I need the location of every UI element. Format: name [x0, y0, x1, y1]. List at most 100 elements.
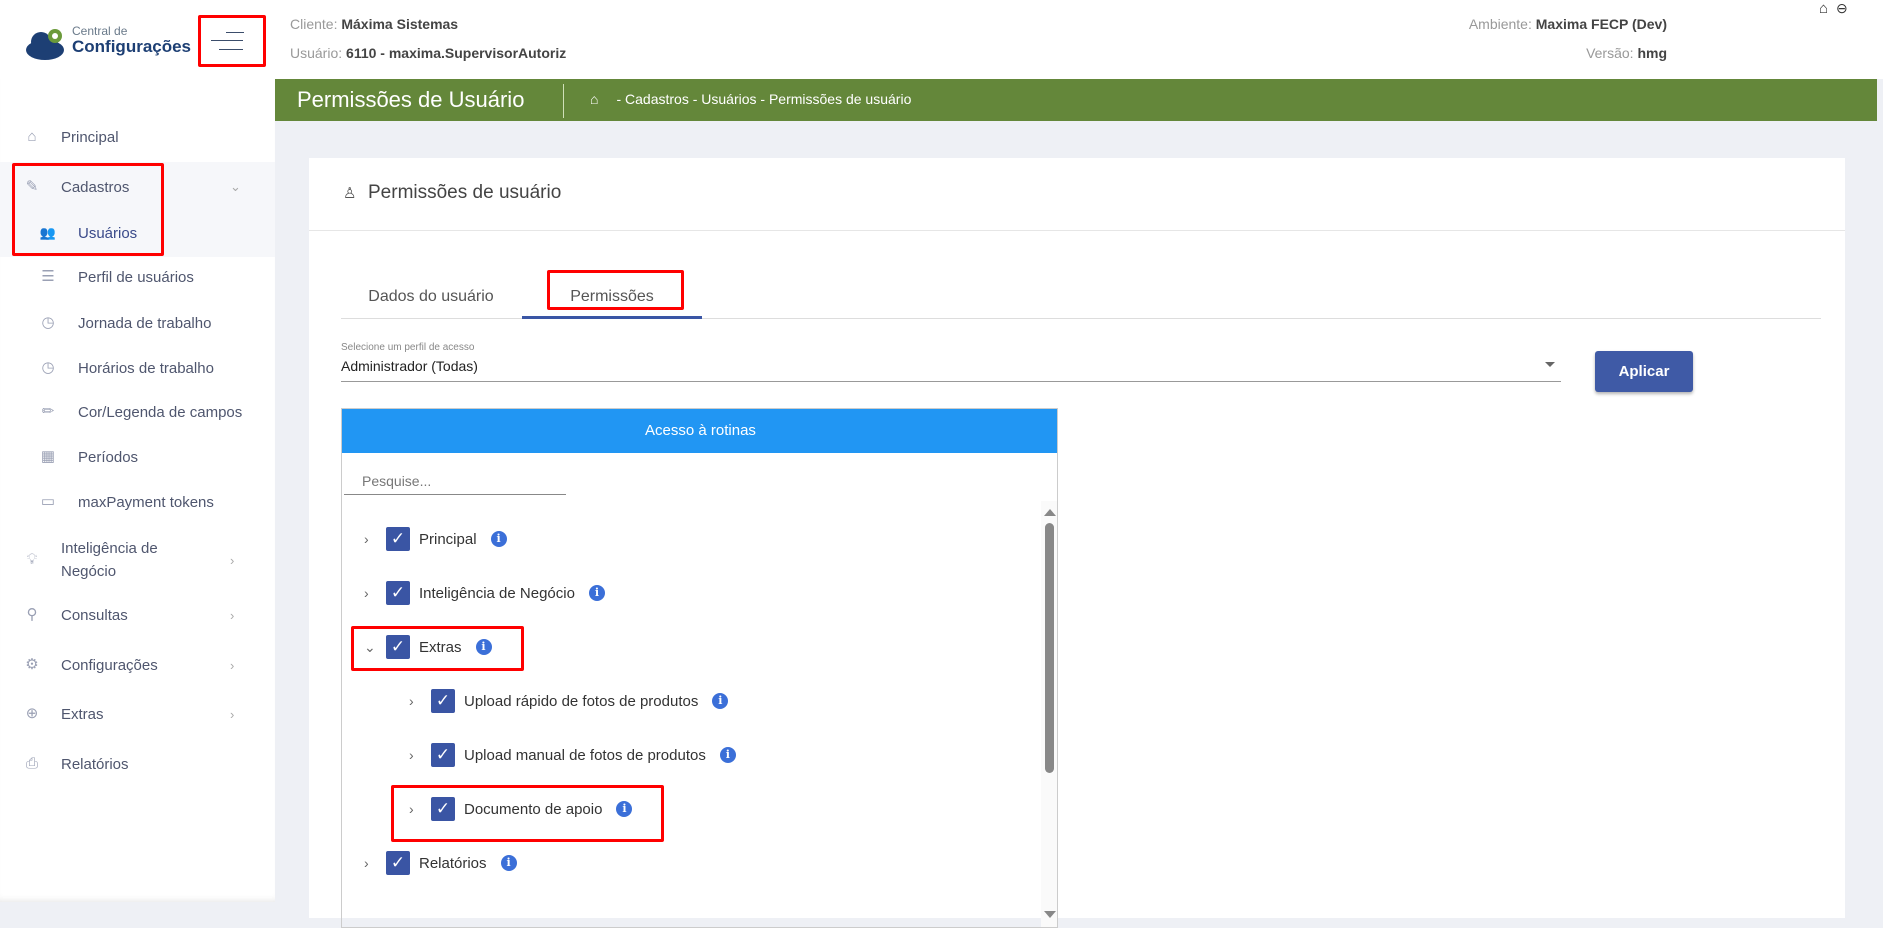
- hamburger-icon-line: [219, 49, 243, 50]
- tree-item[interactable]: › ✓ Upload rápido de fotos de produtos i: [409, 686, 729, 716]
- sidebar-item-usuarios[interactable]: 👥 Usuários: [0, 213, 275, 253]
- sidebar-item-relatorios[interactable]: ⎙ Relatórios: [0, 744, 275, 784]
- permissions-card: ♙ Permissões de usuário Dados do usuário…: [309, 158, 1845, 928]
- tab-dados-usuario[interactable]: Dados do usuário: [341, 276, 521, 318]
- sidebar-item-extras[interactable]: ⊕ Extras ›: [0, 694, 275, 734]
- sidebar-item-periodos[interactable]: ▦ Períodos: [0, 437, 275, 477]
- menu-toggle-button[interactable]: [198, 15, 266, 67]
- scroll-up-arrow-icon[interactable]: [1044, 509, 1056, 516]
- chevron-right-icon[interactable]: ›: [409, 747, 431, 763]
- chevron-right-icon: ›: [230, 552, 235, 568]
- chevron-right-icon[interactable]: ›: [364, 855, 386, 871]
- checkbox-checked[interactable]: ✓: [386, 851, 410, 875]
- routine-search-input[interactable]: [344, 467, 566, 495]
- checkbox-checked[interactable]: ✓: [386, 527, 410, 551]
- edit-icon: ✎: [25, 178, 39, 195]
- client-label: Cliente:: [290, 16, 338, 32]
- app-logo[interactable]: Central de Configurações: [25, 24, 191, 64]
- user-label: Usuário:: [290, 45, 343, 61]
- info-icon[interactable]: i: [490, 531, 507, 547]
- sidebar-item-inteligencia[interactable]: 💡︎ Inteligência de Negócio ›: [0, 538, 275, 582]
- tree-item-label: Principal: [419, 530, 477, 548]
- tree-item-label: Upload manual de fotos de produtos: [464, 746, 706, 764]
- tree-item[interactable]: › ✓ Relatórios i: [364, 848, 517, 878]
- chevron-down-icon[interactable]: ⌄: [364, 639, 386, 656]
- home-icon[interactable]: ⌂: [1819, 0, 1828, 17]
- calendar-icon: ▦: [40, 448, 56, 465]
- checkbox-checked[interactable]: ✓: [386, 635, 410, 659]
- chevron-right-icon[interactable]: ›: [409, 801, 431, 817]
- profile-select[interactable]: Administrador (Todas): [341, 358, 1561, 382]
- chevron-right-icon: ›: [230, 706, 235, 722]
- sidebar-item-maxpayment[interactable]: ▭ maxPayment tokens: [0, 482, 275, 522]
- sidebar-item-cadastros[interactable]: ✎ Cadastros ⌄: [0, 167, 275, 207]
- sidebar-item-label: Horários de trabalho: [78, 359, 214, 377]
- info-icon[interactable]: i: [616, 801, 633, 817]
- info-icon[interactable]: i: [712, 693, 729, 709]
- checkbox-checked[interactable]: ✓: [431, 797, 455, 821]
- sidebar-item-jornada[interactable]: ◷ Jornada de trabalho: [0, 303, 275, 343]
- apply-button[interactable]: Aplicar: [1595, 351, 1693, 392]
- routines-access-panel: Acesso à rotinas ›✓Principali›✓Inteligên…: [341, 408, 1058, 928]
- tree-item[interactable]: › ✓ Upload manual de fotos de produtos i: [409, 740, 736, 770]
- version-value: hmg: [1637, 45, 1667, 61]
- chevron-right-icon[interactable]: ›: [364, 585, 386, 601]
- logout-icon[interactable]: ⊖: [1836, 0, 1848, 17]
- sidebar-item-label: maxPayment tokens: [78, 493, 214, 511]
- tree-item[interactable]: › ✓ Documento de apoio i: [409, 794, 633, 824]
- version-info: Versão: hmg: [1267, 45, 1667, 61]
- panel-header: Acesso à rotinas: [342, 409, 1057, 453]
- tree-item[interactable]: ⌄ ✓ Extras i: [364, 632, 492, 662]
- checkbox-checked[interactable]: ✓: [431, 689, 455, 713]
- sidebar-item-label: Jornada de trabalho: [78, 314, 212, 332]
- checklist-icon: ☰: [41, 268, 55, 285]
- environment-value: Maxima FECP (Dev): [1535, 16, 1667, 32]
- sidebar-item-label: Consultas: [61, 606, 128, 624]
- user-value: 6110 - maxima.SupervisorAutoriz: [346, 45, 567, 61]
- sidebar-item-label: Relatórios: [61, 755, 129, 773]
- environment-info: Ambiente: Maxima FECP (Dev): [1267, 16, 1667, 32]
- sidebar-item-perfil-usuarios[interactable]: ☰ Perfil de usuários: [0, 257, 275, 297]
- user-info: Usuário: 6110 - maxima.SupervisorAutoriz: [290, 45, 566, 61]
- tree-item-label: Documento de apoio: [464, 800, 603, 818]
- page-title: Permissões de Usuário: [297, 87, 525, 112]
- client-info: Cliente: Máxima Sistemas: [290, 16, 458, 32]
- profile-select-label: Selecione um perfil de acesso: [341, 342, 475, 353]
- client-value: Máxima Sistemas: [341, 16, 459, 32]
- sidebar-item-label: Perfil de usuários: [78, 268, 194, 286]
- logo-text-top: Central de: [72, 24, 128, 38]
- sidebar-item-consultas[interactable]: ⚲ Consultas ›: [0, 595, 275, 635]
- checkbox-checked[interactable]: ✓: [386, 581, 410, 605]
- printer-icon: ⎙: [25, 755, 38, 772]
- sidebar-item-configuracoes[interactable]: ⚙ Configurações ›: [0, 645, 275, 685]
- tree-item[interactable]: › ✓ Principal i: [364, 524, 507, 554]
- sidebar-item-cor-legenda[interactable]: ✏ Cor/Legenda de campos: [0, 392, 275, 432]
- pencil-icon: ✏: [41, 403, 55, 420]
- tree-item[interactable]: › ✓ Inteligência de Negócio i: [364, 578, 605, 608]
- breadcrumb-home-icon[interactable]: ⌂: [590, 91, 598, 107]
- version-label: Versão:: [1586, 45, 1634, 61]
- title-divider: [563, 84, 564, 118]
- info-icon[interactable]: i: [588, 585, 605, 601]
- top-header: Central de Configurações Cliente: Máxima…: [0, 0, 1883, 79]
- sidebar-item-label: Cor/Legenda de campos: [78, 403, 243, 421]
- scrollbar-thumb[interactable]: [1045, 523, 1054, 773]
- checkbox-checked[interactable]: ✓: [431, 743, 455, 767]
- scroll-down-arrow-icon[interactable]: [1044, 911, 1056, 918]
- user-icon: ♙: [343, 185, 357, 202]
- sidebar-item-horarios[interactable]: ◷ Horários de trabalho: [0, 348, 275, 388]
- credit-card-icon: ▭: [40, 493, 56, 510]
- hamburger-icon-line: [211, 40, 243, 41]
- chevron-right-icon: ›: [230, 607, 235, 623]
- tab-permissoes[interactable]: Permissões: [522, 276, 702, 318]
- info-icon[interactable]: i: [500, 855, 517, 871]
- clock-icon: ◷: [41, 359, 55, 376]
- sidebar-item-label: Principal: [61, 128, 119, 146]
- chevron-right-icon[interactable]: ›: [409, 693, 431, 709]
- info-icon[interactable]: i: [719, 747, 736, 763]
- chevron-right-icon[interactable]: ›: [364, 531, 386, 547]
- sidebar-item-principal[interactable]: ⌂ Principal: [0, 117, 275, 157]
- tree-item-label: Upload rápido de fotos de produtos: [464, 692, 699, 710]
- tree-scrollbar[interactable]: [1041, 501, 1057, 927]
- info-icon[interactable]: i: [475, 639, 492, 655]
